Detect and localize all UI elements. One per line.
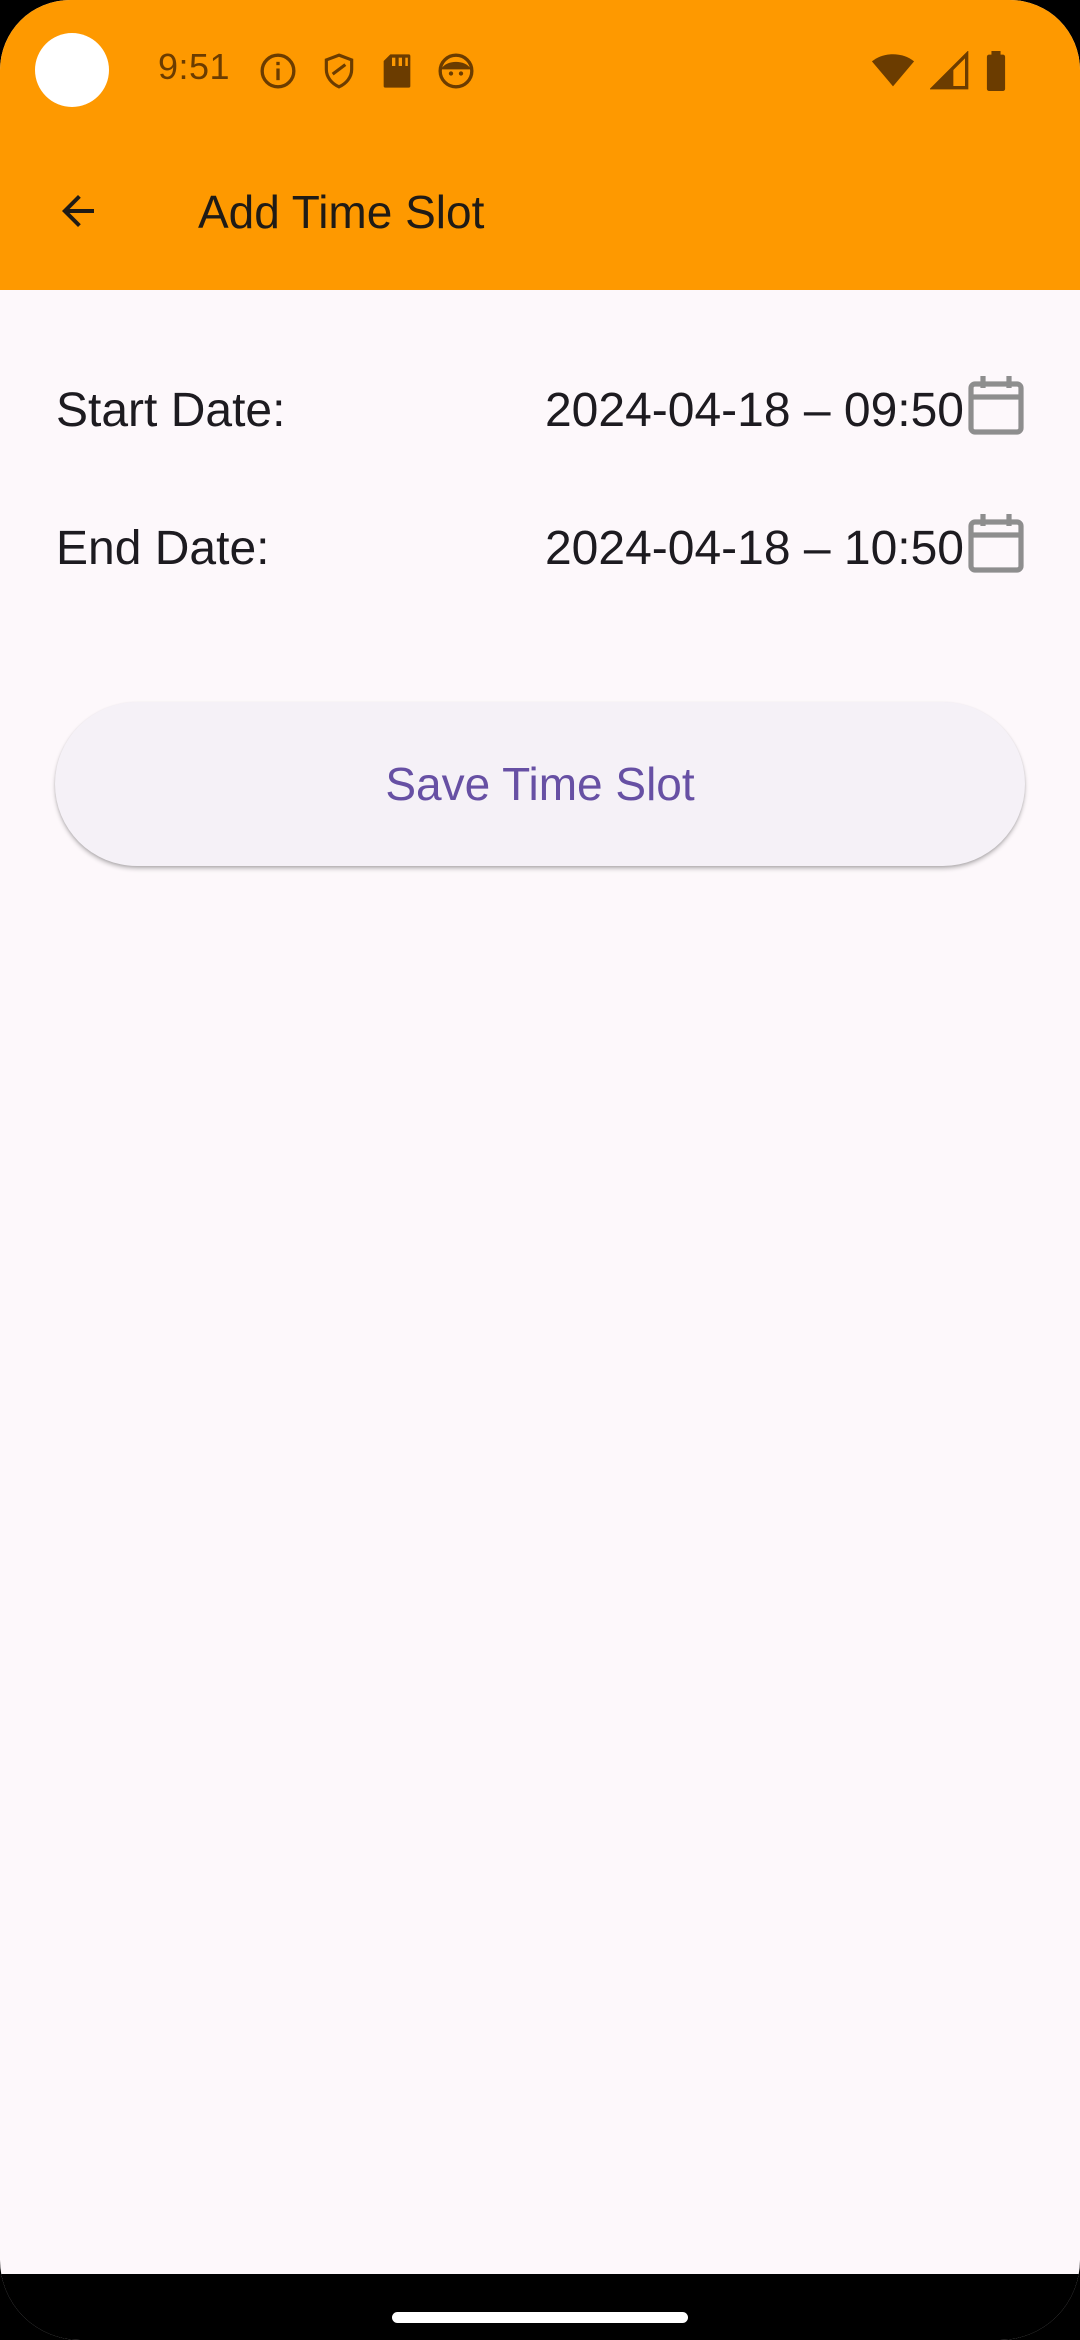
camera-cutout (35, 33, 109, 107)
end-date-picker-button[interactable] (966, 510, 1026, 580)
app-screen: 9:51 Add Time Slot Start Date: 2024-04-1… (0, 0, 1080, 2340)
start-date-row: Start Date: 2024-04-18 – 09:50 (56, 372, 1026, 452)
home-gesture-handle[interactable] (392, 2312, 688, 2323)
info-icon (258, 51, 298, 91)
end-date-value[interactable]: 2024-04-18 – 10:50 (545, 520, 964, 578)
battery-icon (984, 51, 1008, 91)
shield-icon (320, 51, 358, 91)
back-button[interactable] (38, 173, 118, 253)
navigation-bar (0, 2274, 1080, 2340)
app-bar: Add Time Slot (0, 140, 1080, 290)
wifi-icon (870, 51, 916, 91)
start-date-label: Start Date: (56, 384, 286, 437)
save-time-slot-button[interactable]: Save Time Slot (55, 702, 1025, 866)
calendar-icon (967, 512, 1025, 579)
sd-card-icon (380, 51, 414, 91)
arrow-back-icon (54, 187, 102, 240)
face-icon (436, 51, 476, 91)
page-title: Add Time Slot (198, 186, 485, 238)
status-time: 9:51 (158, 46, 231, 87)
calendar-icon (967, 374, 1025, 441)
start-date-value[interactable]: 2024-04-18 – 09:50 (545, 382, 964, 440)
start-date-picker-button[interactable] (966, 372, 1026, 442)
signal-icon (930, 51, 970, 91)
status-bar: 9:51 (0, 0, 1080, 140)
end-date-label: End Date: (56, 522, 270, 575)
status-icons-right (870, 50, 1008, 92)
end-date-row: End Date: 2024-04-18 – 10:50 (56, 510, 1026, 590)
save-button-label: Save Time Slot (385, 758, 695, 810)
status-icons-left (258, 50, 476, 92)
